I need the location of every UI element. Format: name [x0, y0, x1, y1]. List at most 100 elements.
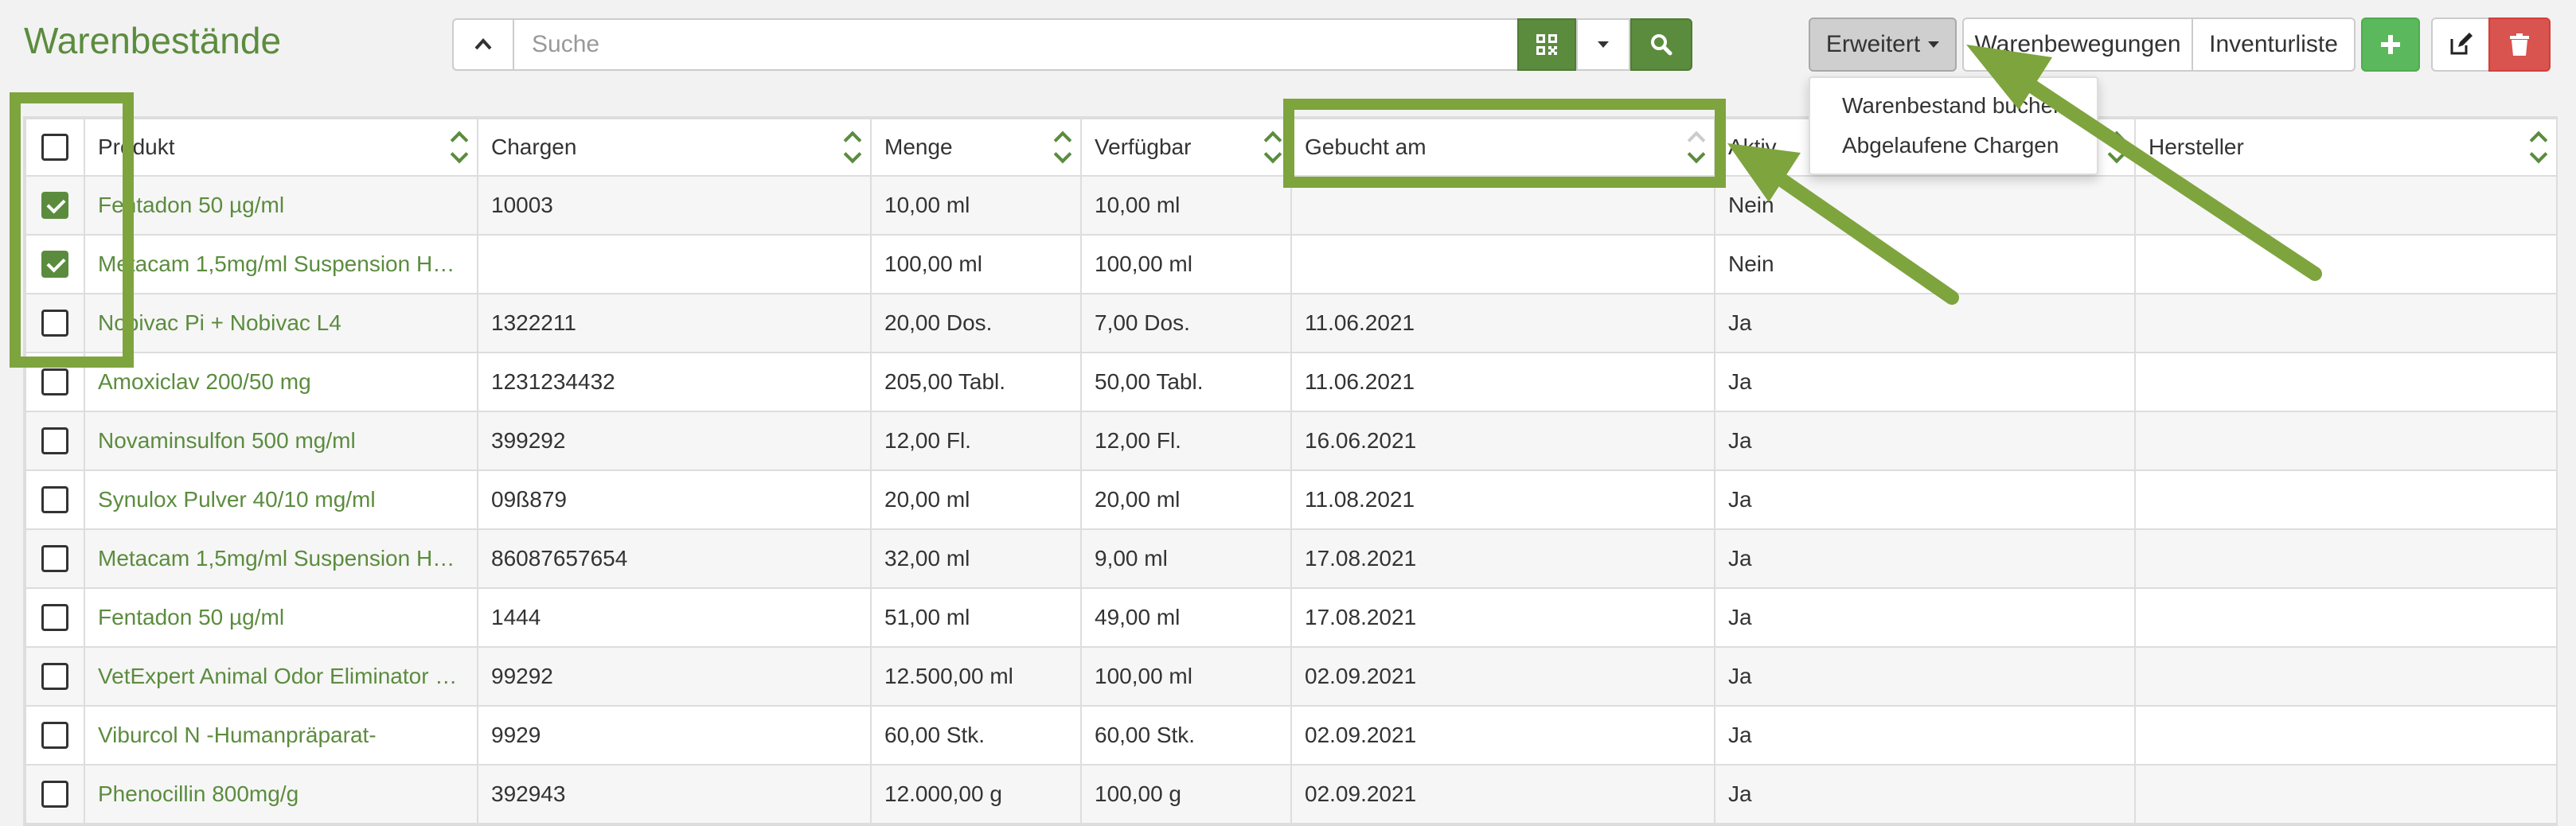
cell-produkt[interactable]: Novaminsulfon 500 mg/ml	[84, 411, 478, 471]
cell-aktiv: Ja	[1714, 293, 2136, 353]
table-row[interactable]: Fentadon 50 µg/ml 10003 10,00 ml 10,00 ml Ne…	[25, 175, 2558, 236]
add-button[interactable]	[2361, 18, 2420, 72]
table-row[interactable]: Viburcol N -Humanpräparat- 9929 60,00 Stk.…	[25, 705, 2558, 766]
page-title: Warenbestände	[24, 20, 282, 61]
sort-icon[interactable]	[2107, 126, 2128, 170]
sort-descending-icon[interactable]	[1687, 126, 1708, 170]
table-row[interactable]: Fentadon 50 µg/ml 1444 51,00 ml 49,00 ml 17.…	[25, 587, 2558, 648]
cell-gebucht-am: 17.08.2021	[1290, 528, 1715, 589]
collapse-button[interactable]	[452, 18, 514, 71]
cell-hersteller	[2134, 411, 2558, 471]
search-options-dropdown[interactable]	[1576, 18, 1630, 71]
row-checkbox[interactable]	[41, 368, 68, 396]
delete-button[interactable]	[2488, 18, 2551, 72]
edit-button[interactable]	[2431, 18, 2490, 72]
column-label: Produkt	[98, 134, 175, 159]
column-header-verfuegbar[interactable]: Verfügbar	[1080, 118, 1292, 177]
cell-verfuegbar: 10,00 ml	[1080, 175, 1292, 236]
column-label: Chargen	[491, 134, 577, 159]
sort-icon[interactable]	[1053, 126, 1074, 170]
cell-chargen: 86087657654	[477, 528, 872, 589]
column-header-menge[interactable]: Menge	[870, 118, 1082, 177]
table-row[interactable]: Phenocillin 800mg/g 392943 12.000,00 g 100,…	[25, 764, 2558, 824]
cell-menge: 32,00 ml	[870, 528, 1082, 589]
cell-aktiv: Ja	[1714, 469, 2136, 530]
search-button[interactable]	[1630, 18, 1692, 71]
cell-produkt[interactable]: Synulox Pulver 40/10 mg/ml	[84, 469, 478, 530]
cell-hersteller	[2134, 293, 2558, 353]
table-row[interactable]: Synulox Pulver 40/10 mg/ml 09ß879 20,00 ml…	[25, 469, 2558, 530]
row-select-cell	[25, 352, 85, 412]
cell-chargen: 1444	[477, 587, 872, 648]
cell-produkt[interactable]: Phenocillin 800mg/g	[84, 764, 478, 824]
cell-gebucht-am: 11.08.2021	[1290, 469, 1715, 530]
row-checkbox[interactable]	[41, 192, 68, 220]
column-header-chargen[interactable]: Chargen	[477, 118, 872, 177]
cell-produkt[interactable]: Fentadon 50 µg/ml	[84, 587, 478, 648]
cell-produkt[interactable]: Metacam 1,5mg/ml Suspension Hund	[84, 528, 478, 589]
row-select-cell	[25, 646, 85, 707]
search-input[interactable]	[514, 18, 1517, 71]
cell-produkt[interactable]: Nobivac Pi + Nobivac L4	[84, 293, 478, 353]
cell-aktiv: Nein	[1714, 234, 2136, 294]
cell-verfuegbar: 60,00 Stk.	[1080, 705, 1292, 766]
table-row[interactable]: Nobivac Pi + Nobivac L4 1322211 20,00 Dos.…	[25, 293, 2558, 353]
table-row[interactable]: Metacam 1,5mg/ml Suspension Hund 86087657…	[25, 528, 2558, 589]
row-select-cell	[25, 528, 85, 589]
table-header-row: Produkt Chargen Menge Verfügbar Gebucht …	[25, 118, 2558, 177]
cell-produkt[interactable]: Viburcol N -Humanpräparat-	[84, 705, 478, 766]
qr-code-icon	[1536, 34, 1557, 55]
row-select-cell	[25, 705, 85, 766]
column-header-gebucht-am[interactable]: Gebucht am	[1290, 118, 1715, 177]
cell-produkt[interactable]: Metacam 1,5mg/ml Suspension Hund	[84, 234, 478, 294]
row-checkbox[interactable]	[41, 545, 68, 573]
menu-item-warenbestand-buchen[interactable]: Warenbestand buchen	[1810, 86, 2097, 126]
cell-chargen: 1231234432	[477, 352, 872, 412]
cell-hersteller	[2134, 234, 2558, 294]
cell-chargen: 9929	[477, 705, 872, 766]
row-checkbox[interactable]	[41, 781, 68, 808]
cell-gebucht-am: 02.09.2021	[1290, 764, 1715, 824]
cell-hersteller	[2134, 646, 2558, 707]
row-select-cell	[25, 411, 85, 471]
menu-item-abgelaufene-chargen[interactable]: Abgelaufene Chargen	[1810, 126, 2097, 166]
row-checkbox[interactable]	[41, 251, 68, 279]
row-checkbox[interactable]	[41, 310, 68, 337]
sort-icon[interactable]	[843, 126, 864, 170]
column-header-produkt[interactable]: Produkt	[84, 118, 478, 177]
cell-produkt[interactable]: Fentadon 50 µg/ml	[84, 175, 478, 236]
row-select-cell	[25, 293, 85, 353]
chevron-up-icon	[474, 38, 492, 50]
erweitert-dropdown-button[interactable]: Erweitert	[1809, 18, 1957, 72]
column-label: Menge	[884, 134, 953, 159]
row-checkbox[interactable]	[41, 722, 68, 750]
cell-produkt[interactable]: Amoxiclav 200/50 mg	[84, 352, 478, 412]
cell-verfuegbar: 7,00 Dos.	[1080, 293, 1292, 353]
select-all-checkbox[interactable]	[41, 134, 68, 162]
cell-hersteller	[2134, 469, 2558, 530]
column-header-hersteller[interactable]: Hersteller	[2134, 118, 2558, 177]
table-row[interactable]: VetExpert Animal Odor Eliminator Spray 99…	[25, 646, 2558, 707]
column-label: Aktiv	[1728, 134, 1777, 159]
table-row[interactable]: Amoxiclav 200/50 mg 1231234432 205,00 Tabl…	[25, 352, 2558, 412]
row-checkbox[interactable]	[41, 604, 68, 632]
cell-gebucht-am	[1290, 234, 1715, 294]
cell-produkt[interactable]: VetExpert Animal Odor Eliminator Spray	[84, 646, 478, 707]
table-row[interactable]: Novaminsulfon 500 mg/ml 399292 12,00 Fl. 12…	[25, 411, 2558, 471]
row-checkbox[interactable]	[41, 427, 68, 455]
table-row[interactable]: Metacam 1,5mg/ml Suspension Hund 100,00 m…	[25, 234, 2558, 294]
sort-icon[interactable]	[2529, 126, 2550, 170]
qr-scan-button[interactable]	[1517, 18, 1576, 71]
cell-chargen	[477, 234, 872, 294]
warenbewegungen-button[interactable]: Warenbewegungen	[1962, 18, 2193, 72]
cell-aktiv: Ja	[1714, 528, 2136, 589]
cell-aktiv: Ja	[1714, 352, 2136, 412]
row-checkbox[interactable]	[41, 486, 68, 514]
cell-gebucht-am: 11.06.2021	[1290, 293, 1715, 353]
cell-aktiv: Ja	[1714, 764, 2136, 824]
sort-icon[interactable]	[450, 126, 470, 170]
row-checkbox[interactable]	[41, 663, 68, 691]
inventurliste-button[interactable]: Inventurliste	[2192, 18, 2355, 72]
sort-icon[interactable]	[1263, 126, 1284, 170]
cell-chargen: 399292	[477, 411, 872, 471]
